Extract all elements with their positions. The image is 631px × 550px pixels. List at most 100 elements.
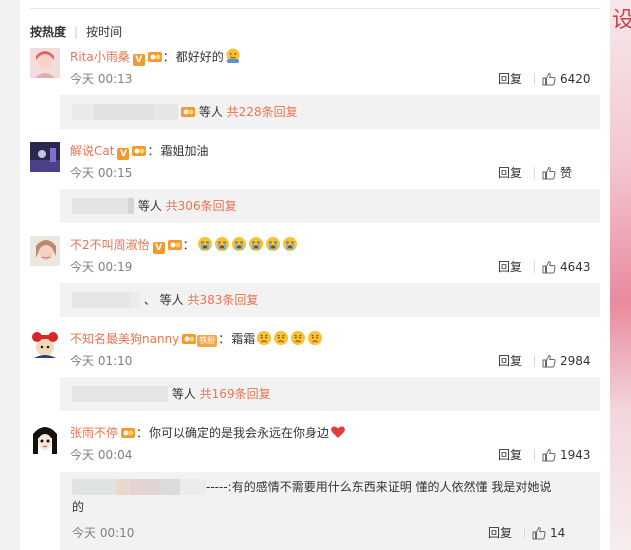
sort-by-hot-tab[interactable]: 按热度 bbox=[30, 25, 66, 39]
like-count: 2984 bbox=[560, 354, 591, 368]
sub-reply-summary[interactable]: 等人 共169条回复 bbox=[60, 377, 600, 411]
crying-emoji-icon bbox=[265, 237, 280, 251]
fan-badge-icon bbox=[181, 107, 195, 117]
comment-text: 霜霜 bbox=[231, 332, 256, 346]
comment-panel: 按热度 | 按时间 Rita小雨桑 V ：都好好的 今天 00:13 回复 6420 bbox=[20, 0, 610, 550]
reply-button[interactable]: 回复 bbox=[498, 258, 522, 276]
comment-time: 今天 00:19 bbox=[70, 260, 133, 274]
sad-emoji-icon bbox=[308, 331, 323, 345]
divider bbox=[534, 355, 535, 367]
sub-reply-count-link[interactable]: 共306条回复 bbox=[166, 199, 237, 213]
like-button[interactable]: 赞 bbox=[542, 164, 572, 182]
reply-button[interactable]: 回复 bbox=[488, 524, 512, 542]
username[interactable]: 不2不叫周淑怡 bbox=[70, 238, 150, 252]
divider bbox=[534, 449, 535, 461]
sub-reply-suffix: 等人 bbox=[198, 105, 223, 119]
avatar[interactable] bbox=[30, 424, 60, 454]
comment-time: 今天 00:15 bbox=[70, 166, 133, 180]
thumbs-up-icon bbox=[542, 72, 556, 86]
heart-icon bbox=[331, 426, 345, 438]
avatar[interactable] bbox=[30, 48, 60, 78]
username[interactable]: 不知名最美狗nanny bbox=[70, 332, 179, 346]
sad-emoji-icon bbox=[274, 331, 289, 345]
sub-reply-suffix: 等人 bbox=[137, 199, 162, 213]
sub-reply-summary[interactable]: 等人 共306条回复 bbox=[60, 189, 600, 223]
sub-reply-prefix: 、 bbox=[143, 293, 156, 307]
thumbs-up-icon bbox=[542, 166, 556, 180]
fan-badge-icon[interactable] bbox=[167, 238, 182, 250]
like-button[interactable]: 4643 bbox=[542, 258, 591, 276]
divider bbox=[30, 8, 600, 9]
reply-button[interactable]: 回复 bbox=[498, 70, 522, 88]
sub-reply-count-link[interactable]: 共228条回复 bbox=[227, 105, 298, 119]
sub-reply-summary[interactable]: 、 等人 共383条回复 bbox=[60, 283, 600, 317]
like-count: 1943 bbox=[560, 448, 591, 462]
like-button[interactable]: 2984 bbox=[542, 352, 591, 370]
like-count: 14 bbox=[550, 526, 566, 540]
sub-reply-item: -----:有的感情不需要用什么东西来证明 懂的人依然懂 我是对她说 的 今天 … bbox=[60, 472, 600, 550]
blurred-username bbox=[130, 292, 140, 308]
blurred-username bbox=[72, 198, 128, 214]
reply-button[interactable]: 回复 bbox=[498, 164, 522, 182]
v-badge-icon[interactable]: V bbox=[132, 54, 145, 66]
fan-badge-icon[interactable] bbox=[132, 144, 147, 156]
divider bbox=[524, 527, 525, 539]
sub-reply-time: 今天 00:10 bbox=[72, 526, 135, 540]
reply-button[interactable]: 回复 bbox=[498, 352, 522, 370]
comment-time: 今天 01:10 bbox=[70, 354, 133, 368]
comment-text: 你可以确定的是我会永远在你身边 bbox=[149, 426, 330, 440]
avatar[interactable] bbox=[30, 330, 60, 360]
hug-emoji-icon bbox=[226, 48, 240, 63]
crying-emoji-icon bbox=[214, 237, 229, 251]
divider bbox=[534, 73, 535, 85]
divider bbox=[534, 167, 535, 179]
like-button[interactable]: 6420 bbox=[542, 70, 591, 88]
avatar[interactable] bbox=[30, 236, 60, 266]
comment-text: 都好好的 bbox=[175, 50, 224, 64]
comment-emoji-row bbox=[255, 331, 323, 346]
blurred-username bbox=[116, 479, 130, 495]
sub-reply-summary[interactable]: 等人 共228条回复 bbox=[60, 95, 600, 129]
sort-separator: | bbox=[74, 25, 79, 39]
blurred-username bbox=[72, 386, 168, 402]
sort-by-time-tab[interactable]: 按时间 bbox=[86, 25, 122, 39]
crying-emoji-icon bbox=[282, 237, 297, 251]
like-button[interactable]: 14 bbox=[532, 524, 565, 542]
sub-reply-suffix: 等人 bbox=[171, 387, 196, 401]
like-count: 6420 bbox=[560, 72, 591, 86]
comment-emoji-row bbox=[196, 237, 298, 252]
like-count: 赞 bbox=[560, 166, 573, 180]
blurred-username bbox=[154, 104, 178, 120]
sub-reply-count-link[interactable]: 共169条回复 bbox=[200, 387, 271, 401]
sad-emoji-icon bbox=[291, 331, 306, 345]
blurred-username bbox=[72, 479, 116, 495]
crying-emoji-icon bbox=[197, 237, 212, 251]
username[interactable]: Rita小雨桑 bbox=[70, 50, 130, 64]
thumbs-up-icon bbox=[532, 526, 546, 540]
thumbs-up-icon bbox=[542, 260, 556, 274]
comment-time: 今天 00:13 bbox=[70, 72, 133, 86]
thumbs-up-icon bbox=[542, 448, 556, 462]
fan-badge-icon[interactable] bbox=[182, 332, 197, 344]
avatar[interactable] bbox=[30, 142, 60, 172]
sort-tabs: 按热度 | 按时间 bbox=[30, 23, 122, 40]
sad-emoji-icon bbox=[257, 331, 272, 345]
blurred-avatar bbox=[72, 104, 94, 120]
blurred-username bbox=[72, 292, 130, 308]
username[interactable]: 解说Cat bbox=[70, 144, 114, 158]
iron-fan-badge[interactable]: 铁粉 bbox=[197, 335, 218, 347]
comment-text: 霜姐加油 bbox=[160, 144, 209, 158]
fan-badge-icon[interactable] bbox=[147, 50, 162, 62]
comment-time: 今天 00:04 bbox=[70, 448, 133, 462]
crying-emoji-icon bbox=[231, 237, 246, 251]
v-badge-icon[interactable]: V bbox=[152, 242, 165, 254]
v-badge-icon[interactable]: V bbox=[117, 148, 130, 160]
fan-badge-icon[interactable] bbox=[121, 426, 136, 438]
blurred-username bbox=[160, 479, 180, 495]
like-count: 4643 bbox=[560, 260, 591, 274]
sub-reply-count-link[interactable]: 共383条回复 bbox=[188, 293, 259, 307]
reply-button[interactable]: 回复 bbox=[498, 446, 522, 464]
like-button[interactable]: 1943 bbox=[542, 446, 591, 464]
username[interactable]: 张雨不停 bbox=[70, 426, 118, 440]
sub-reply-text-continued: 的 bbox=[72, 500, 85, 514]
